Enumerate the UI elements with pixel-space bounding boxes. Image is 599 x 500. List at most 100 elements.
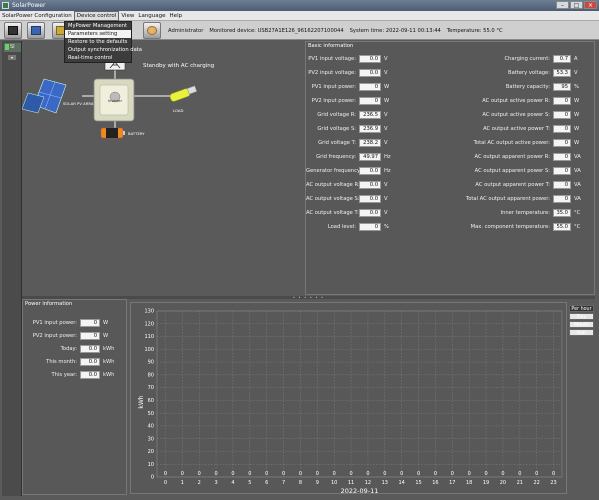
info-unit: W [384, 98, 390, 104]
system-time-label: System time: [349, 28, 385, 34]
info-row: This year: 0.0 kWh [23, 371, 114, 379]
info-row: PV1 input power: 0 W [306, 83, 389, 91]
info-label: This month: [46, 359, 77, 365]
menu-item-output-sync-data[interactable]: Output synchronization data [65, 46, 142, 54]
info-unit: W [574, 140, 580, 146]
info-unit: °C [574, 224, 581, 230]
power-chart-panel: 0 10 20 30 40 50 60 70 80 90 100 110 120 130 0 0 0 1 0 2 0 3 0… [130, 302, 567, 495]
menu-item-realtime-control[interactable]: Real-time control [65, 54, 131, 62]
info-value: 0 [553, 125, 571, 133]
info-unit: W [574, 98, 580, 104]
info-value: 0.0 [80, 371, 100, 379]
x-axis-label: 2022-09-11 [341, 487, 379, 495]
info-unit: W [384, 84, 390, 90]
x-tick-label: 3 [214, 480, 217, 486]
collapse-arrow-icon[interactable]: ▾ [8, 55, 16, 60]
info-label: PV2 input power: [32, 333, 77, 339]
data-label: 0 [198, 471, 201, 477]
info-value: 238.2 [359, 139, 381, 147]
basic-information-title: Basic information [308, 43, 354, 49]
minimize-button[interactable]: – [556, 1, 569, 9]
info-label: Inner temperature: [500, 210, 550, 216]
menu-view[interactable]: View [119, 11, 136, 21]
info-unit: kWh [103, 359, 115, 365]
y-tick-label: 90 [148, 360, 154, 366]
per-hour-button[interactable]: Per hour [569, 305, 594, 312]
info-unit: °C [574, 210, 581, 216]
menu-solarpower-configuration[interactable]: SolarPower Configuration [0, 11, 74, 21]
info-row: Load level: 0% [306, 223, 389, 231]
info-row: PV2 input voltage: 0.0 V [306, 69, 388, 77]
x-tick-label: 17 [449, 480, 455, 486]
info-value: 236.9 [359, 125, 381, 133]
y-tick-label: 50 [148, 411, 154, 417]
info-label: Today: [60, 346, 77, 352]
info-value: 0 [553, 153, 571, 161]
info-row: AC output voltage T: 0.0 V [306, 209, 388, 217]
menu-language[interactable]: Language [136, 11, 167, 21]
info-value: 0 [359, 83, 381, 91]
info-label: Grid voltage R: [317, 112, 356, 118]
menu-item-restore-defaults[interactable]: Restore to the defaults [65, 38, 131, 46]
info-row: Inner temperature: 35.0 °C [454, 209, 580, 217]
config-icon [31, 26, 41, 35]
info-unit: V [574, 70, 578, 76]
info-value: 0 [80, 319, 100, 327]
y-tick-label: 120 [144, 321, 154, 327]
info-row: AC output active power S: 0 W [454, 111, 579, 119]
maximize-button[interactable]: □ [570, 1, 583, 9]
load-label: LOAD [173, 108, 183, 113]
user-toolbar-button[interactable] [143, 22, 161, 39]
info-unit: W [574, 112, 580, 118]
info-value: 0.0 [359, 181, 381, 189]
info-unit: Hz [384, 154, 391, 160]
config-toolbar-button[interactable] [27, 22, 45, 39]
info-label: AC output apparent power S: [474, 168, 550, 174]
y-tick-label: 110 [144, 334, 154, 340]
info-unit: Hz [384, 168, 391, 174]
data-label: 0 [248, 471, 251, 477]
info-unit: V [384, 140, 388, 146]
info-value: 0 [553, 97, 571, 105]
info-row: Battery capacity: 95% [454, 83, 579, 91]
monitor-toolbar-button[interactable] [4, 22, 22, 39]
x-tick-label: 9 [316, 480, 319, 486]
info-label: Total AC output apparent power: [465, 196, 550, 202]
info-label: Charging current: [504, 56, 550, 62]
info-unit: % [384, 224, 389, 230]
info-label: Grid voltage T: [318, 140, 356, 146]
info-value: 0 [553, 111, 571, 119]
info-unit: % [574, 84, 579, 90]
info-row: AC output apparent power S: 0 VA [454, 167, 581, 175]
info-row: AC output apparent power T: 0 VA [454, 181, 581, 189]
device-tree-item[interactable]: SI [4, 43, 21, 52]
info-row: AC output voltage S: 0.0 V [306, 195, 388, 203]
menu-item-mypower-management[interactable]: MyPower Management [65, 22, 131, 30]
menu-item-parameters-setting[interactable]: Parameters setting [65, 30, 131, 38]
info-value: 0 [80, 332, 100, 340]
day-button[interactable]: Day [569, 313, 594, 320]
diagram-graphic: SOLAR PV ARRAY Inverter LOAD BATTERY [22, 60, 198, 139]
info-value: 95 [553, 83, 571, 91]
data-label: 0 [366, 471, 369, 477]
data-label: 0 [349, 471, 352, 477]
month-button[interactable]: Month [569, 321, 594, 328]
data-label: 0 [299, 471, 302, 477]
info-row: PV1 input power: 0 W [23, 319, 108, 327]
menu-device-control[interactable]: Device control [73, 10, 120, 21]
monitored-device-value: USB27A1E126_96162207100044 [257, 28, 344, 34]
info-value: 0 [359, 223, 381, 231]
data-label: 0 [468, 471, 471, 477]
close-button[interactable]: × [584, 1, 597, 9]
info-unit: V [384, 182, 388, 188]
power-information-title: Power information [25, 301, 73, 307]
info-row: Total AC output active power: 0 W [454, 139, 579, 147]
info-label: Max. component temperature: [470, 224, 550, 230]
data-label: 0 [451, 471, 454, 477]
info-unit: W [103, 333, 109, 339]
info-unit: VA [574, 168, 581, 174]
info-label: AC output voltage R: [306, 182, 360, 188]
year-button[interactable]: Year [569, 329, 594, 336]
menu-help[interactable]: Help [168, 11, 185, 21]
x-tick-label: 2 [198, 480, 201, 486]
